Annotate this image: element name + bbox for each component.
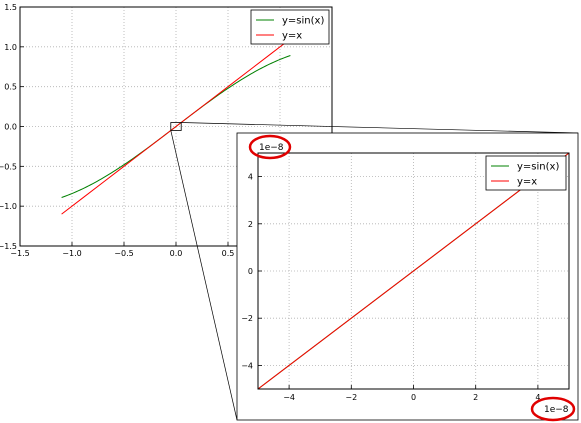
main-legend-label: y=sin(x) xyxy=(282,16,324,27)
main-x-tick-label: 0.0 xyxy=(170,249,183,258)
main-y-tick-label: 0.0 xyxy=(4,123,17,132)
inset-x-tick-label: −2 xyxy=(345,393,357,402)
y-axis-offset-label: 1e−8 xyxy=(259,143,284,153)
chart-figure: −1.5 −1.0 −0.5 0.0 0.51.51.00.50.0−0.5−1.0−1… xyxy=(0,3,579,422)
inset-legend-label: y=x xyxy=(517,177,537,188)
main-y-tick-label: 1.0 xyxy=(4,43,17,52)
inset-y-tick-label: 2 xyxy=(248,220,253,229)
inset-x-tick-label: 2 xyxy=(473,393,478,402)
inset-x-tick-label: 0 xyxy=(411,393,416,402)
main-y-tick-label: −1.0 xyxy=(0,202,17,211)
main-legend: y=sin(x) y=x xyxy=(250,9,330,45)
inset-y-tick-label: 4 xyxy=(248,173,253,182)
main-y-tick-label: 0.5 xyxy=(4,83,17,92)
inset-y-tick-label: 0 xyxy=(248,267,253,276)
main-x-tick-label: −1.0 xyxy=(62,249,81,258)
main-x-tick-label: −0.5 xyxy=(114,249,133,258)
inset-y-tick-label: −4 xyxy=(241,361,253,370)
inset-legend-label: y=sin(x) xyxy=(517,162,559,173)
main-y-tick-label: 1.5 xyxy=(4,3,17,12)
main-legend-label: y=x xyxy=(282,31,302,42)
main-y-tick-label: −0.5 xyxy=(0,162,17,171)
inset-legend: y=sin(x) y=x xyxy=(485,155,567,191)
inset-y-tick-label: −2 xyxy=(241,314,253,323)
inset-x-tick-label: −4 xyxy=(283,393,295,402)
x-axis-offset-label: 1e−8 xyxy=(544,405,569,415)
main-y-tick-label: −1.5 xyxy=(0,242,17,251)
inset-zoom-chart: −4 −2 0 2 4420−2−4 y=sin(x)y=x 1e−81e−8 xyxy=(236,132,579,422)
main-x-tick-label: 0.5 xyxy=(222,249,235,258)
